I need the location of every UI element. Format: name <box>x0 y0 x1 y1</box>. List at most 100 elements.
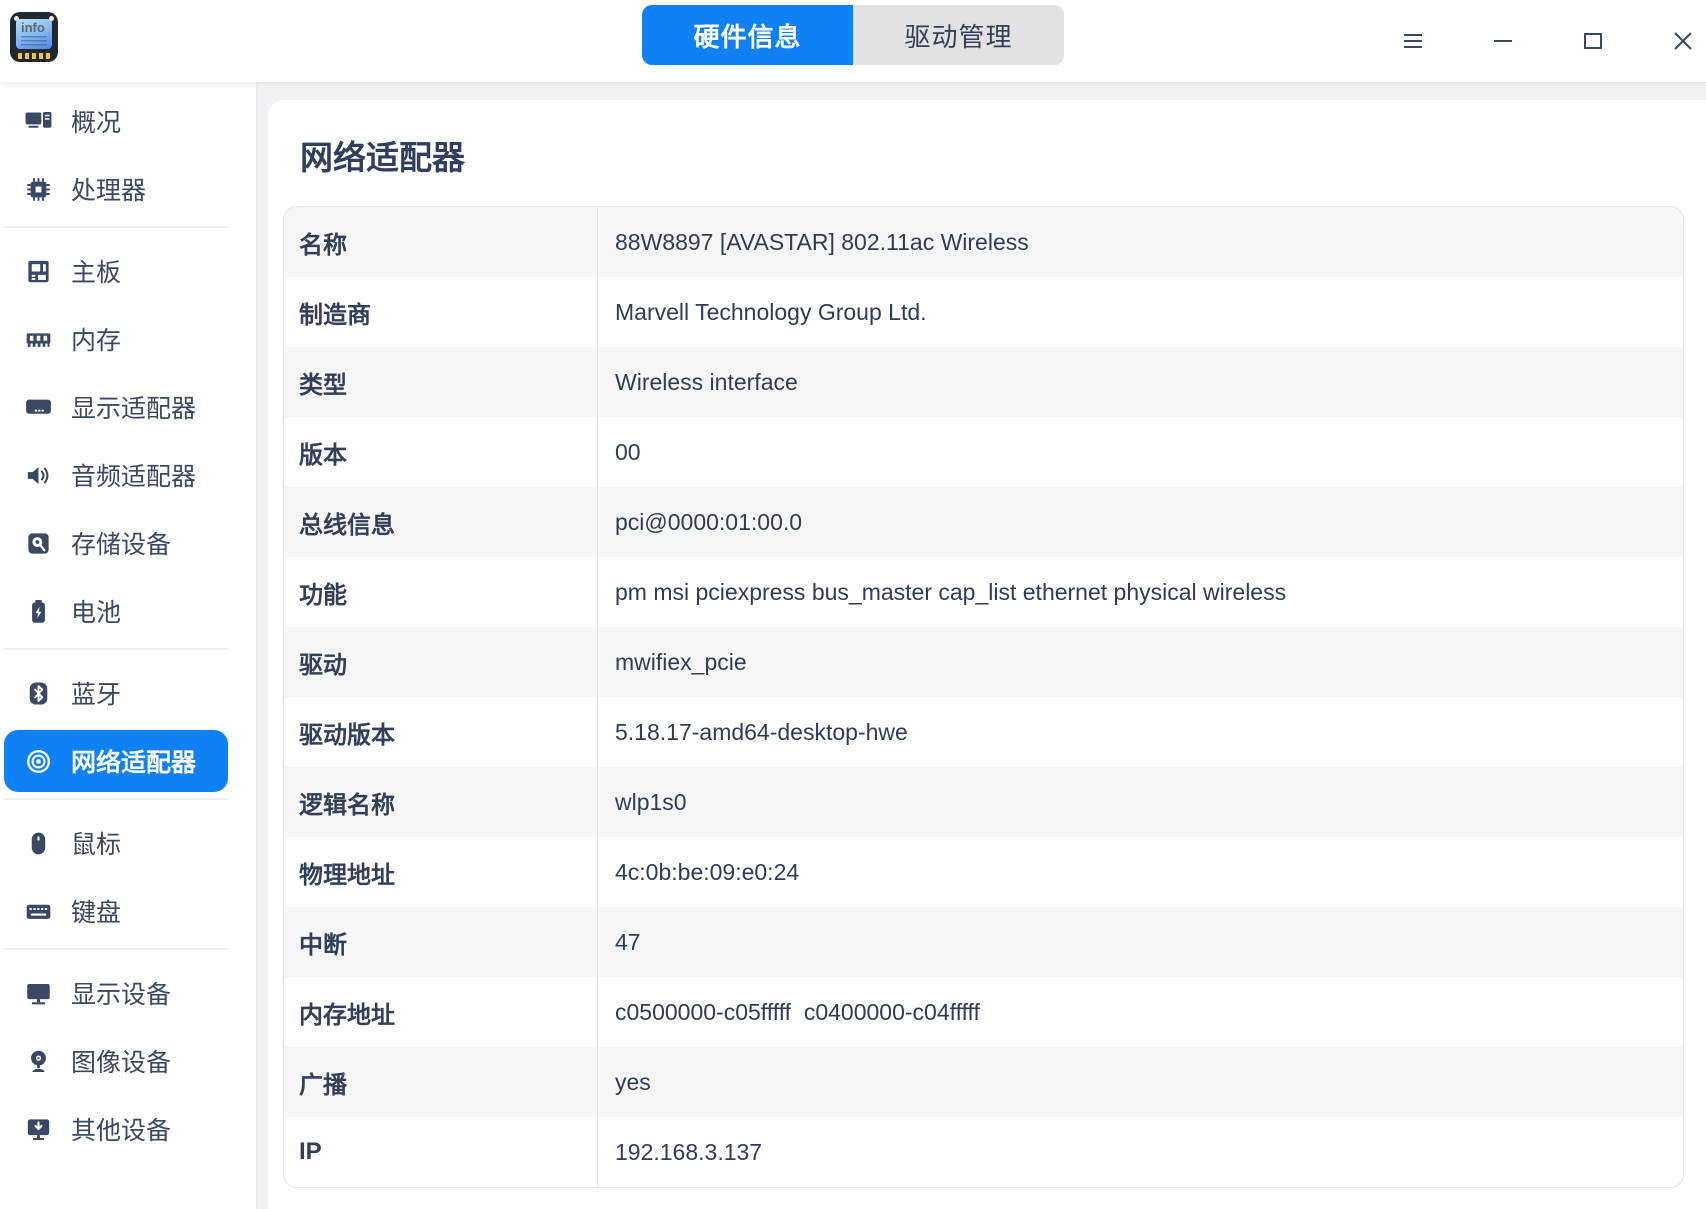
row-value: Wireless interface <box>597 347 1683 417</box>
keyboard-icon <box>24 897 52 925</box>
sidebar-item-label: 图像设备 <box>71 1049 172 1077</box>
sidebar-item-label: 存储设备 <box>71 531 172 559</box>
row-label: 版本 <box>299 441 347 469</box>
row-value: mwifiex_pcie <box>597 627 1683 697</box>
sidebar-item-mouse[interactable]: 鼠标 <box>4 812 228 874</box>
table-row: IP 192.168.3.137 <box>284 1117 1683 1187</box>
sidebar-item-label: 蓝牙 <box>71 681 122 709</box>
image-device-icon <box>24 1047 52 1075</box>
row-label: 驱动 <box>299 651 347 679</box>
other-device-icon <box>24 1115 52 1143</box>
row-value: pci@0000:01:00.0 <box>597 487 1683 557</box>
sidebar-item-label: 内存 <box>71 327 122 355</box>
table-row: 内存地址 c0500000-c05fffff c0400000-c04fffff <box>284 977 1683 1047</box>
sidebar-item-audio-adapter[interactable]: 音频适配器 <box>4 444 228 506</box>
close-icon[interactable] <box>1668 26 1698 56</box>
device-info-table: 名称 88W8897 [AVASTAR] 802.11ac Wireless 制造商… <box>283 206 1684 1188</box>
cpu-icon <box>24 175 52 203</box>
row-value: c0500000-c05fffff c0400000-c04fffff <box>597 977 1683 1047</box>
table-row: 驱动 mwifiex_pcie <box>284 627 1683 697</box>
sidebar-item-label: 网络适配器 <box>71 749 197 777</box>
mouse-icon <box>24 829 52 857</box>
row-value: yes <box>597 1047 1683 1117</box>
overview-icon <box>24 107 52 135</box>
table-row: 广播 yes <box>284 1047 1683 1117</box>
tab-driver-management[interactable]: 驱动管理 <box>853 5 1064 65</box>
app-logo-icon: info <box>10 12 58 62</box>
table-row: 总线信息 pci@0000:01:00.0 <box>284 487 1683 557</box>
table-row: 名称 88W8897 [AVASTAR] 802.11ac Wireless <box>284 207 1683 277</box>
sidebar-divider <box>4 948 228 950</box>
display-adapter-icon <box>24 393 52 421</box>
row-value: 47 <box>597 907 1683 977</box>
minimize-icon[interactable] <box>1488 26 1518 56</box>
table-row: 制造商 Marvell Technology Group Ltd. <box>284 277 1683 347</box>
row-label: 类型 <box>299 371 347 399</box>
sidebar-item-image-device[interactable]: 图像设备 <box>4 1030 228 1092</box>
table-row: 驱动版本 5.18.17-amd64-desktop-hwe <box>284 697 1683 767</box>
table-row: 版本 00 <box>284 417 1683 487</box>
storage-icon <box>24 529 52 557</box>
audio-icon <box>24 461 52 489</box>
row-label: 制造商 <box>299 301 371 329</box>
table-row: 逻辑名称 wlp1s0 <box>284 767 1683 837</box>
sidebar-item-label: 概况 <box>71 109 122 137</box>
window-controls <box>1398 0 1698 82</box>
maximize-icon[interactable] <box>1578 26 1608 56</box>
sidebar-item-label: 主板 <box>71 259 122 287</box>
table-row: 类型 Wireless interface <box>284 347 1683 417</box>
network-icon <box>24 747 52 775</box>
row-label: IP <box>299 1138 322 1165</box>
sidebar: 概况处理器主板内存显示适配器音频适配器存储设备电池蓝牙网络适配器鼠标键盘显示设备… <box>0 82 258 1209</box>
sidebar-item-label: 音频适配器 <box>71 463 197 491</box>
sidebar-divider <box>4 226 228 228</box>
sidebar-item-display-device[interactable]: 显示设备 <box>4 962 228 1024</box>
sidebar-item-cpu[interactable]: 处理器 <box>4 158 228 220</box>
tab-label: 硬件信息 <box>693 21 802 52</box>
row-value: wlp1s0 <box>597 767 1683 837</box>
sidebar-item-bluetooth[interactable]: 蓝牙 <box>4 662 228 724</box>
logo-text: info <box>21 20 45 35</box>
sidebar-item-label: 鼠标 <box>71 831 122 859</box>
sidebar-divider <box>4 798 228 800</box>
sidebar-item-label: 显示设备 <box>71 981 172 1009</box>
content-card: 网络适配器 名称 88W8897 [AVASTAR] 802.11ac Wirel… <box>268 100 1706 1209</box>
page-title: 网络适配器 <box>300 139 465 176</box>
sidebar-divider <box>4 648 228 650</box>
tab-hardware-info[interactable]: 硬件信息 <box>642 5 853 65</box>
table-row: 功能 pm msi pciexpress bus_master cap_list … <box>284 557 1683 627</box>
sidebar-item-network-adapter[interactable]: 网络适配器 <box>4 730 228 792</box>
row-label: 中断 <box>299 931 347 959</box>
sidebar-item-motherboard[interactable]: 主板 <box>4 240 228 302</box>
row-value: Marvell Technology Group Ltd. <box>597 277 1683 347</box>
sidebar-item-overview[interactable]: 概况 <box>4 90 228 152</box>
motherboard-icon <box>24 257 52 285</box>
tab-label: 驱动管理 <box>904 21 1013 52</box>
sidebar-item-memory[interactable]: 内存 <box>4 308 228 370</box>
main-area: 网络适配器 名称 88W8897 [AVASTAR] 802.11ac Wirel… <box>258 82 1706 1209</box>
row-value: 00 <box>597 417 1683 487</box>
display-device-icon <box>24 979 52 1007</box>
row-label: 总线信息 <box>299 511 395 539</box>
sidebar-item-display-adapter[interactable]: 显示适配器 <box>4 376 228 438</box>
row-label: 物理地址 <box>299 861 395 889</box>
row-label: 功能 <box>299 581 347 609</box>
row-value: 5.18.17-amd64-desktop-hwe <box>597 697 1683 767</box>
sidebar-item-label: 其他设备 <box>71 1117 172 1145</box>
tab-bar: 硬件信息 驱动管理 <box>642 5 1064 65</box>
memory-icon <box>24 325 52 353</box>
sidebar-item-other-device[interactable]: 其他设备 <box>4 1098 228 1160</box>
row-label: 内存地址 <box>299 1001 395 1029</box>
sidebar-item-label: 处理器 <box>71 177 147 205</box>
row-label: 广播 <box>299 1071 347 1099</box>
sidebar-item-battery[interactable]: 电池 <box>4 580 228 642</box>
menu-icon[interactable] <box>1398 26 1428 56</box>
row-label: 逻辑名称 <box>299 791 395 819</box>
sidebar-item-storage[interactable]: 存储设备 <box>4 512 228 574</box>
table-row: 物理地址 4c:0b:be:09:e0:24 <box>284 837 1683 907</box>
bluetooth-icon <box>24 679 52 707</box>
row-value: 88W8897 [AVASTAR] 802.11ac Wireless <box>597 207 1683 277</box>
titlebar: info 硬件信息 驱动管理 <box>0 0 1706 82</box>
battery-icon <box>24 597 52 625</box>
sidebar-item-keyboard[interactable]: 键盘 <box>4 880 228 942</box>
